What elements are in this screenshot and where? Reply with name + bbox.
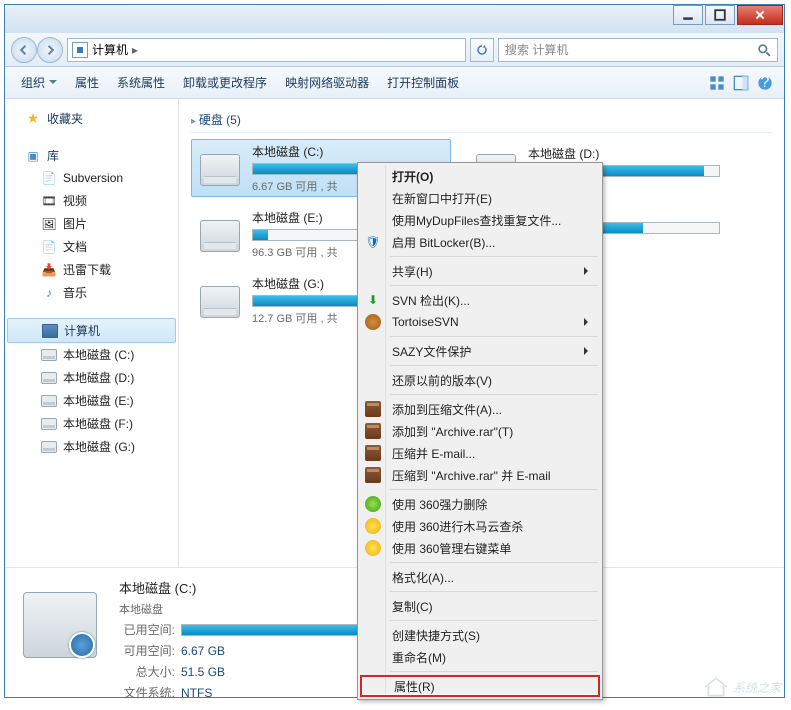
breadcrumb[interactable]: 计算机: [92, 41, 128, 58]
sidebar-item-pictures[interactable]: 🖼图片: [5, 212, 178, 235]
section-header-disks[interactable]: 硬盘 (5): [191, 107, 772, 133]
disk-icon: [41, 441, 57, 453]
search-placeholder: 搜索 计算机: [505, 41, 568, 58]
svn-icon: ⬇: [365, 292, 381, 308]
drive-icon: [198, 280, 242, 320]
sidebar-drive-f[interactable]: 本地磁盘 (F:): [5, 412, 178, 435]
ctx-360-delete[interactable]: 使用 360强力删除: [360, 493, 600, 515]
disk-icon: [41, 418, 57, 430]
computer-icon: [42, 324, 58, 338]
sidebar-item-videos[interactable]: 🎞视频: [5, 189, 178, 212]
360-icon: [365, 496, 381, 512]
ctx-360-scan[interactable]: 使用 360进行木马云查杀: [360, 515, 600, 537]
archive-icon: [365, 445, 381, 461]
ctx-sazy[interactable]: SAZY文件保护: [360, 340, 600, 362]
minimize-button[interactable]: [673, 5, 703, 25]
search-icon: [757, 43, 771, 57]
nav-sidebar: ★收藏夹 ▣库 📄Subversion 🎞视频 🖼图片 📄文档 📥迅雷下载 ♪音…: [5, 99, 179, 567]
document-icon: 📄: [41, 239, 57, 255]
toolbar-uninstall[interactable]: 卸载或更改程序: [175, 70, 275, 95]
help-button[interactable]: ?: [754, 72, 776, 94]
ctx-zip-email[interactable]: 压缩并 E-mail...: [360, 442, 600, 464]
ctx-svn-checkout[interactable]: ⬇SVN 检出(K)...: [360, 289, 600, 311]
ctx-open-new-window[interactable]: 在新窗口中打开(E): [360, 187, 600, 209]
sidebar-item-thunder[interactable]: 📥迅雷下载: [5, 258, 178, 281]
star-icon: ★: [25, 111, 41, 127]
ctx-share[interactable]: 共享(H): [360, 260, 600, 282]
titlebar: [5, 5, 784, 33]
sidebar-favorites[interactable]: ★收藏夹: [5, 107, 178, 130]
sidebar-drive-g[interactable]: 本地磁盘 (G:): [5, 435, 178, 458]
drive-icon: [198, 148, 242, 188]
ctx-bitlocker[interactable]: 🛡启用 BitLocker(B)...: [360, 231, 600, 253]
360-icon: [365, 518, 381, 534]
sidebar-item-subversion[interactable]: 📄Subversion: [5, 167, 178, 189]
sidebar-libraries[interactable]: ▣库: [5, 144, 178, 167]
drive-icon: [198, 214, 242, 254]
shield-icon: 🛡: [365, 234, 381, 250]
toolbar-control-panel[interactable]: 打开控制面板: [379, 70, 467, 95]
nav-forward-button[interactable]: [37, 37, 63, 63]
ctx-add-rar[interactable]: 添加到 "Archive.rar"(T): [360, 420, 600, 442]
archive-icon: [365, 467, 381, 483]
picture-icon: 🖼: [41, 216, 57, 232]
disk-icon: [41, 395, 57, 407]
sidebar-item-documents[interactable]: 📄文档: [5, 235, 178, 258]
library-icon: ▣: [25, 148, 41, 164]
disk-icon: [41, 372, 57, 384]
toolbar: 组织 属性 系统属性 卸载或更改程序 映射网络驱动器 打开控制面板 ?: [5, 67, 784, 99]
chevron-right-icon[interactable]: ▸: [132, 43, 138, 57]
address-bar[interactable]: 计算机 ▸: [67, 38, 466, 62]
house-icon: [703, 676, 729, 698]
nav-bar: 计算机 ▸ 搜索 计算机: [5, 33, 784, 67]
ctx-properties[interactable]: 属性(R): [360, 675, 600, 697]
toolbar-system-properties[interactable]: 系统属性: [109, 70, 173, 95]
toolbar-properties[interactable]: 属性: [67, 70, 107, 95]
archive-icon: [365, 423, 381, 439]
ctx-tortoisesvn[interactable]: TortoiseSVN: [360, 311, 600, 333]
ctx-restore-version[interactable]: 还原以前的版本(V): [360, 369, 600, 391]
ctx-360-menu[interactable]: 使用 360管理右键菜单: [360, 537, 600, 559]
search-input[interactable]: 搜索 计算机: [498, 38, 778, 62]
ctx-format[interactable]: 格式化(A)...: [360, 566, 600, 588]
toolbar-organize[interactable]: 组织: [13, 70, 65, 95]
refresh-button[interactable]: [470, 38, 494, 62]
ctx-zip-rar-email[interactable]: 压缩到 "Archive.rar" 并 E-mail: [360, 464, 600, 486]
preview-pane-button[interactable]: [730, 72, 752, 94]
ctx-open[interactable]: 打开(O): [360, 165, 600, 187]
view-options-button[interactable]: [706, 72, 728, 94]
details-drive-icon: [17, 578, 103, 664]
archive-icon: [365, 401, 381, 417]
download-icon: 📥: [41, 262, 57, 278]
close-button[interactable]: [737, 5, 783, 25]
music-icon: ♪: [41, 285, 57, 301]
sidebar-item-music[interactable]: ♪音乐: [5, 281, 178, 304]
folder-icon: 📄: [41, 170, 57, 186]
sidebar-computer[interactable]: 计算机: [7, 318, 176, 343]
svg-text:?: ?: [761, 75, 770, 91]
ctx-copy[interactable]: 复制(C): [360, 595, 600, 617]
toolbar-map-drive[interactable]: 映射网络驱动器: [277, 70, 377, 95]
ctx-mydupfiles[interactable]: 使用MyDupFiles查找重复文件...: [360, 209, 600, 231]
nav-back-button[interactable]: [11, 37, 37, 63]
watermark: 系统之家: [703, 676, 781, 698]
computer-icon: [72, 42, 88, 58]
tortoise-icon: [365, 314, 381, 330]
sidebar-drive-d[interactable]: 本地磁盘 (D:): [5, 366, 178, 389]
ctx-rename[interactable]: 重命名(M): [360, 646, 600, 668]
ctx-create-shortcut[interactable]: 创建快捷方式(S): [360, 624, 600, 646]
sidebar-drive-c[interactable]: 本地磁盘 (C:): [5, 343, 178, 366]
ctx-add-archive[interactable]: 添加到压缩文件(A)...: [360, 398, 600, 420]
context-menu: 打开(O) 在新窗口中打开(E) 使用MyDupFiles查找重复文件... 🛡…: [357, 162, 603, 700]
360-icon: [365, 540, 381, 556]
maximize-button[interactable]: [705, 5, 735, 25]
sidebar-drive-e[interactable]: 本地磁盘 (E:): [5, 389, 178, 412]
video-icon: 🎞: [41, 193, 57, 209]
disk-icon: [41, 349, 57, 361]
